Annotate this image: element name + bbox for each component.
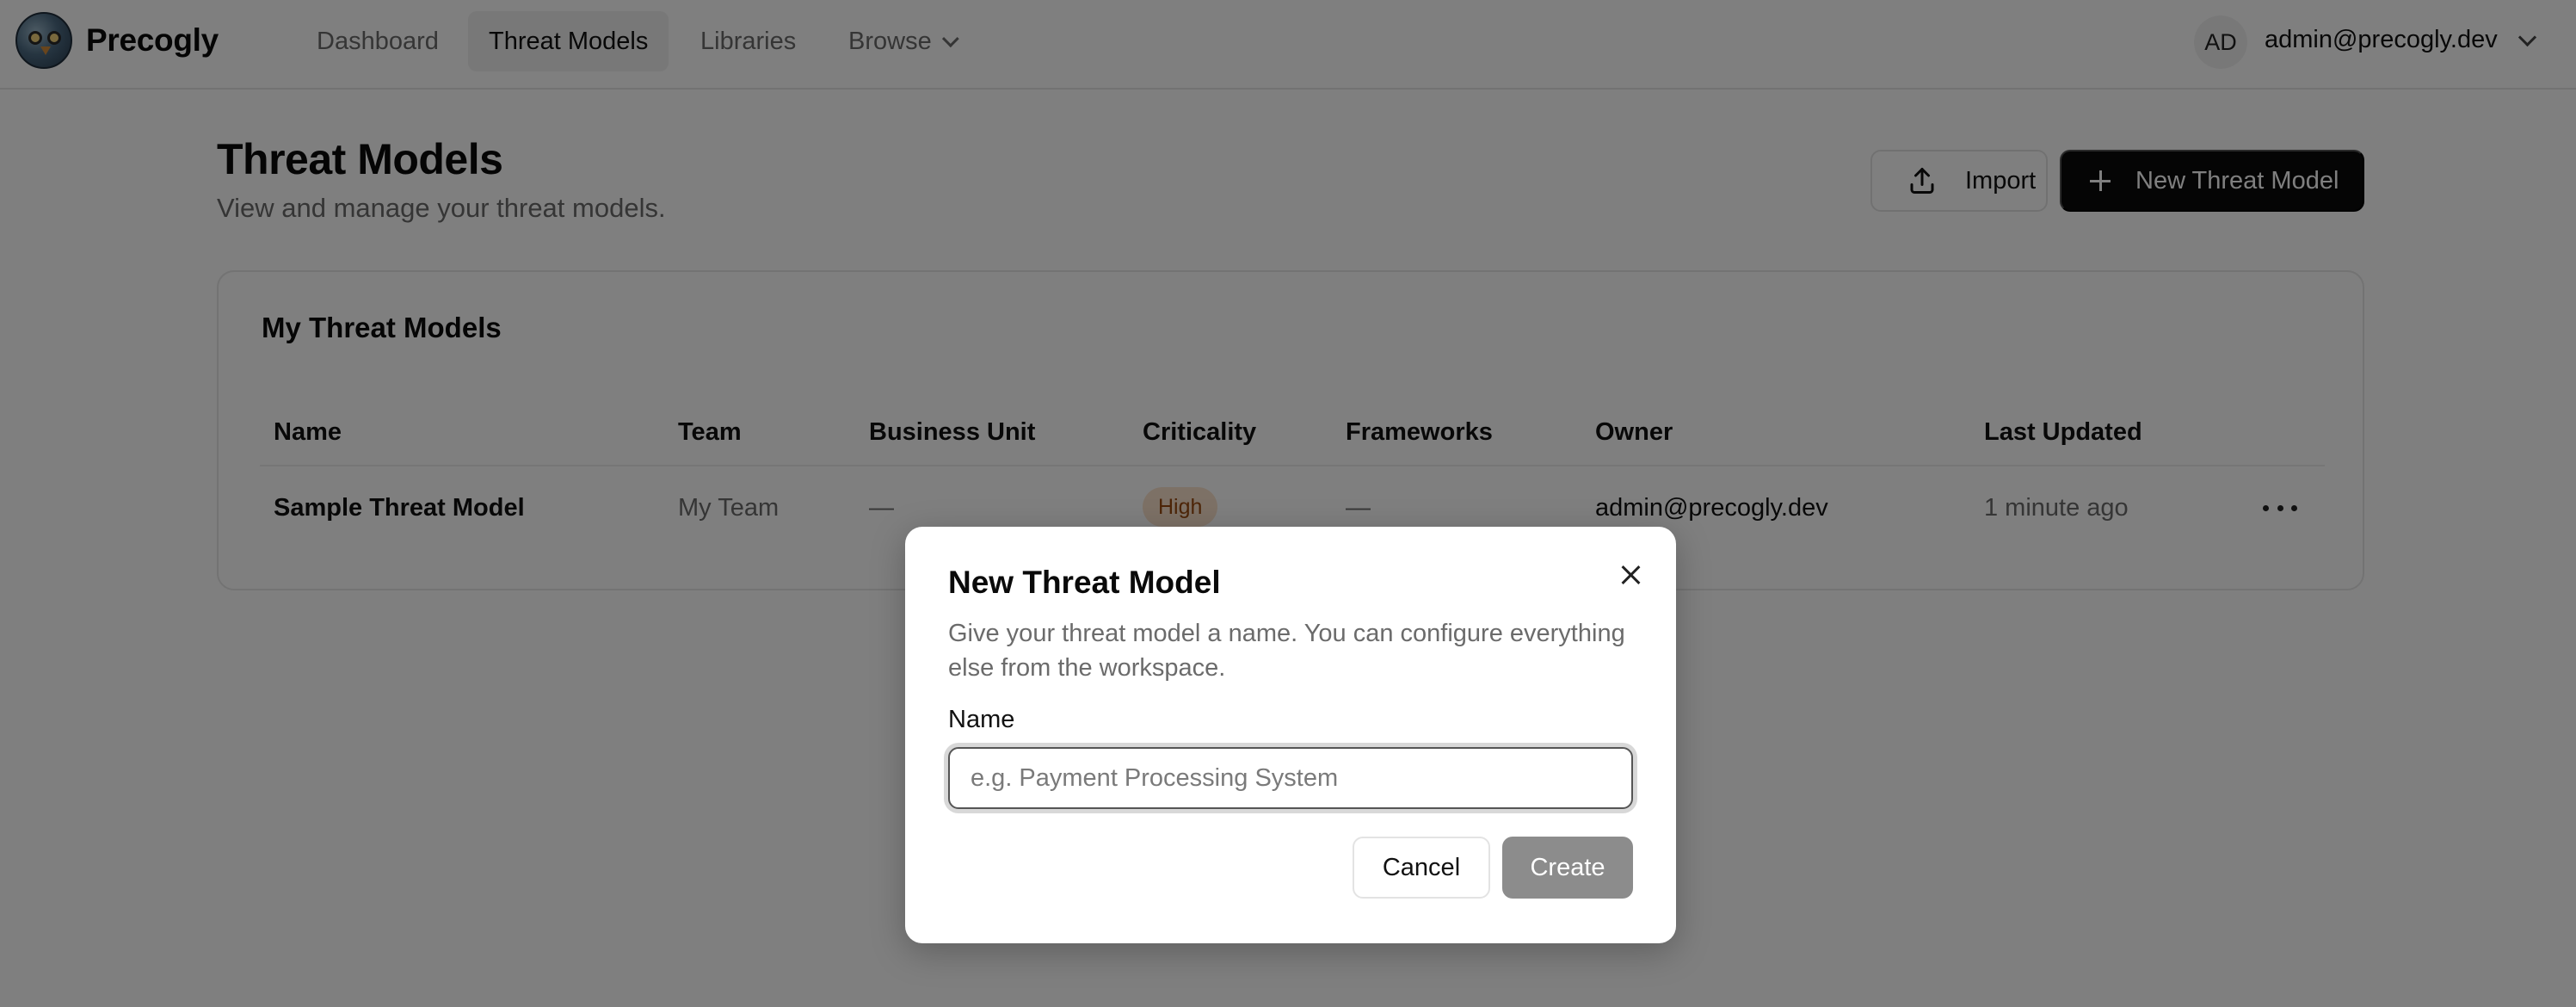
new-threat-model-dialog: New Threat Model Give your threat model … — [905, 527, 1676, 943]
cancel-button[interactable]: Cancel — [1353, 837, 1490, 899]
create-button[interactable]: Create — [1502, 837, 1633, 899]
name-field-label: Name — [948, 706, 1015, 733]
dialog-title: New Threat Model — [948, 565, 1221, 600]
name-input[interactable] — [948, 747, 1633, 809]
dialog-description: Give your threat model a name. You can c… — [948, 620, 1625, 682]
close-icon[interactable] — [1619, 563, 1643, 587]
